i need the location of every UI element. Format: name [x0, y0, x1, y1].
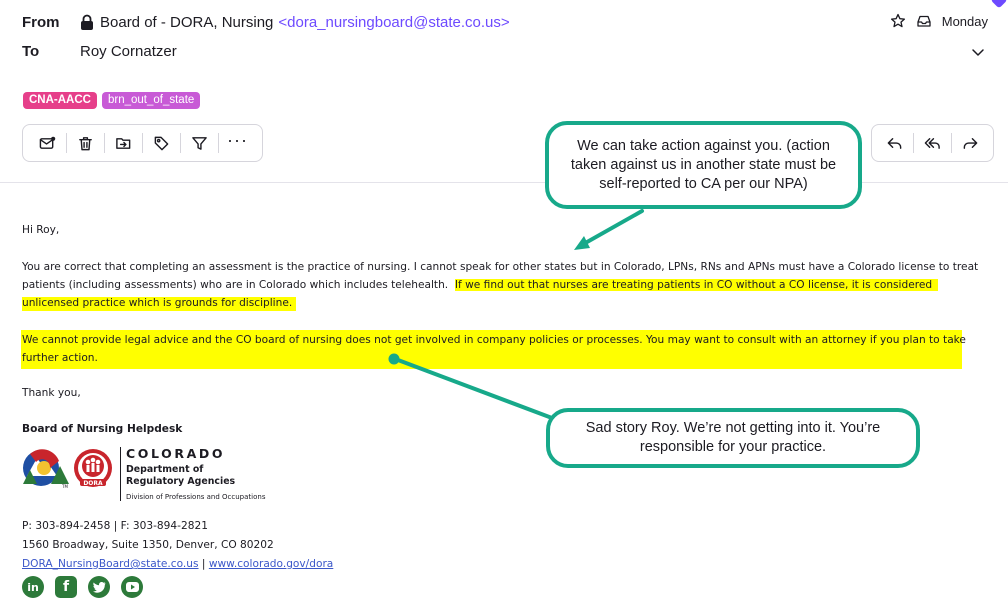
filter-button[interactable]	[181, 129, 218, 157]
star-icon[interactable]	[890, 13, 906, 29]
arrow-1-line	[578, 209, 644, 248]
filter-icon	[192, 136, 207, 150]
header-actions: Monday	[890, 13, 988, 29]
annotation-bubble-2: Sad story Roy. We’re not getting into it…	[546, 408, 920, 468]
division-name: Division of Professions and Occupations	[126, 493, 266, 501]
colorado-wordmark: COLORADO	[126, 446, 226, 461]
annotation-text-2: Sad story Roy. We’re not getting into it…	[585, 420, 881, 455]
label-cna-aacc[interactable]: CNA-AACC	[23, 92, 97, 109]
paragraph-1-line-3: unlicensed practice which is grounds for…	[22, 294, 982, 312]
paragraph-2-line-1: We cannot provide legal advice and the C…	[22, 334, 966, 346]
reply-button[interactable]	[876, 129, 913, 157]
paragraph-1: You are correct that completing an asses…	[22, 258, 982, 312]
linkedin-icon[interactable]: in	[22, 576, 44, 598]
sender-name[interactable]: Board of - DORA, Nursing	[100, 14, 273, 31]
sender-email[interactable]: <dora_nursingboard@state.co.us>	[278, 14, 509, 31]
inbox-icon	[917, 15, 931, 27]
move-to-folder-button[interactable]	[105, 129, 142, 157]
contact-address: 1560 Broadway, Suite 1350, Denver, CO 80…	[22, 539, 274, 551]
from-label: From	[22, 14, 60, 31]
mark-unread-button[interactable]	[29, 129, 66, 157]
chevron-down-icon[interactable]	[970, 44, 986, 60]
greeting: Hi Roy,	[22, 224, 60, 236]
paragraph-2: We cannot provide legal advice and the C…	[22, 331, 972, 367]
facebook-icon[interactable]: f	[55, 576, 77, 598]
forward-icon	[963, 137, 978, 149]
social-links: in f	[22, 576, 143, 598]
twitter-icon[interactable]	[88, 576, 110, 598]
email-link[interactable]: DORA_NursingBoard@state.co.us	[22, 558, 199, 570]
department-line-1: Department of	[126, 464, 204, 475]
paragraph-1-line-2: patients (including assessments) who are…	[22, 276, 982, 294]
envelope-dot-icon	[39, 136, 56, 149]
reply-all-button[interactable]	[914, 129, 951, 157]
lock-icon	[81, 14, 93, 30]
trash-button[interactable]	[67, 129, 104, 157]
highlighted-text: If we find out that nurses are treating …	[454, 279, 939, 291]
contact-links: DORA_NursingBoard@state.co.us | www.colo…	[22, 555, 333, 573]
move-folder-icon	[116, 137, 131, 149]
to-row: To Roy Cornatzer	[22, 43, 177, 60]
trash-icon	[79, 136, 92, 150]
ellipsis-icon: ···	[227, 130, 248, 150]
link-separator: |	[198, 558, 209, 570]
dora-badge-text: DORA	[83, 480, 103, 487]
label-as-button[interactable]	[143, 129, 180, 157]
highlighted-text: unlicensed practice which is grounds for…	[22, 297, 297, 311]
label-brn-out-of-state[interactable]: brn_out_of_state	[101, 92, 201, 109]
reply-icon	[887, 137, 902, 149]
logo-divider	[120, 447, 121, 501]
reply-all-icon	[924, 137, 940, 149]
paragraph-2-line-2: further action.	[22, 352, 98, 364]
to-label: To	[22, 43, 40, 60]
contact-phones: P: 303-894-2458 | F: 303-894-2821	[22, 520, 208, 532]
message-date: Monday	[941, 13, 988, 29]
from-row: From Board of - DORA, Nursing <dora_nurs…	[22, 14, 510, 31]
reply-toolbar	[871, 124, 994, 162]
tag-icon	[154, 136, 169, 150]
annotation-text-1: We can take action against you. (action …	[570, 137, 837, 192]
notification-badge	[990, 0, 1008, 9]
signature-name: Board of Nursing Helpdesk	[22, 423, 183, 435]
more-options-button[interactable]: ···	[219, 129, 256, 157]
youtube-icon[interactable]	[121, 576, 143, 598]
recipient-name[interactable]: Roy Cornatzer	[80, 43, 177, 60]
trademark-mark: TM	[61, 484, 68, 489]
department-line-2: Regulatory Agencies	[126, 476, 236, 487]
closing: Thank you,	[22, 387, 81, 399]
arrow-1-head	[574, 236, 590, 250]
message-labels: CNA-AACC brn_out_of_state	[23, 92, 201, 109]
message-toolbar: ···	[22, 124, 263, 162]
department-name: Department of Regulatory Agencies	[126, 464, 235, 488]
paragraph-1-text: patients (including assessments) who are…	[22, 279, 455, 291]
paragraph-1-line-1: You are correct that completing an asses…	[22, 261, 979, 273]
annotation-bubble-1: We can take action against you. (action …	[545, 121, 862, 209]
forward-button[interactable]	[952, 129, 989, 157]
website-link[interactable]: www.colorado.gov/dora	[209, 558, 333, 570]
